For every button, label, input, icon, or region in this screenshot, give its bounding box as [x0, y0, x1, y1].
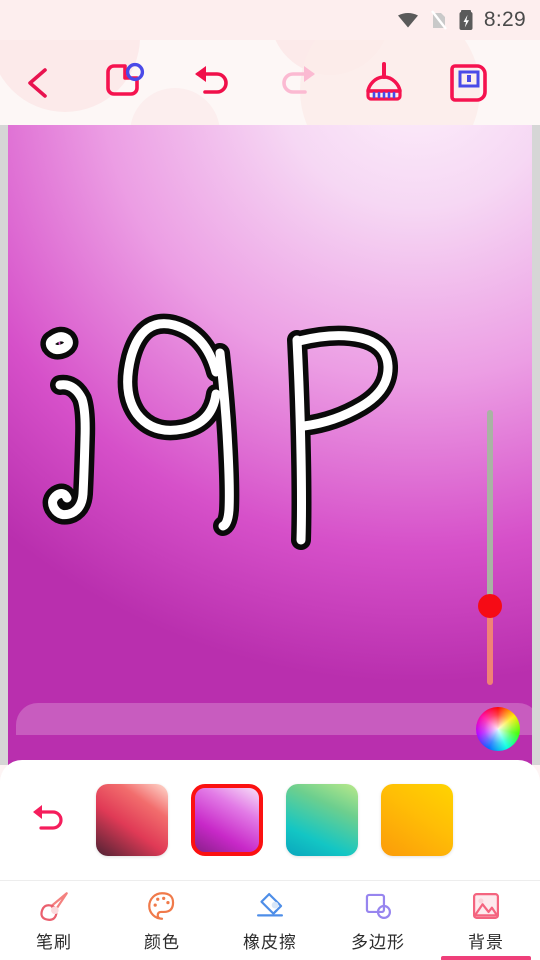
clear-canvas-button[interactable] — [353, 52, 415, 114]
eraser-icon — [256, 892, 284, 917]
status-bar-icons — [396, 8, 474, 32]
nav-label-polygon: 多边形 — [351, 933, 405, 953]
undo-arrow-icon — [33, 805, 63, 830]
battery-charging-icon — [459, 10, 473, 30]
back-button[interactable] — [6, 50, 72, 116]
slider-thumb[interactable] — [478, 594, 502, 618]
nav-label-color: 颜色 — [144, 933, 180, 953]
status-bar: 8:29 — [0, 0, 540, 40]
nav-active-underline — [441, 956, 531, 960]
drawing-app-screen: 8:29 笔刷 颜色 橡皮擦 多边形 背景 — [0, 0, 540, 960]
nav-item-eraser[interactable]: 橡皮擦 — [216, 881, 324, 960]
background-undo-button[interactable] — [0, 760, 96, 880]
swatch-green[interactable] — [286, 784, 358, 856]
save-icon — [450, 63, 488, 102]
status-bar-clock: 8:29 — [483, 8, 526, 31]
redo-icon — [282, 65, 316, 94]
brush-size-slider[interactable] — [478, 410, 502, 685]
save-button[interactable] — [438, 52, 500, 114]
palette-icon — [148, 892, 175, 920]
wifi-icon — [397, 13, 418, 28]
app-header — [0, 40, 540, 125]
slider-track-upper — [487, 410, 493, 606]
undo-button[interactable] — [181, 52, 243, 114]
drawing-canvas[interactable] — [8, 125, 532, 765]
shape-layer-button[interactable] — [96, 52, 158, 114]
nav-label-brush: 笔刷 — [36, 933, 72, 953]
color-wheel-picker[interactable] — [476, 707, 520, 751]
image-icon — [472, 892, 500, 920]
swatch-purple[interactable] — [191, 784, 263, 856]
nav-item-color[interactable]: 颜色 — [108, 881, 216, 960]
back-chevron-icon — [28, 67, 47, 98]
bottom-navigation: 笔刷 颜色 橡皮擦 多边形 背景 — [0, 880, 540, 960]
canvas-area — [0, 125, 540, 765]
brush-icon — [40, 892, 68, 921]
top-toolbar — [0, 40, 540, 125]
clear-broom-icon — [365, 61, 402, 101]
swatch-orange[interactable] — [381, 784, 453, 856]
swatch-red[interactable] — [96, 784, 168, 856]
shape-layer-icon — [105, 62, 144, 96]
polygon-icon — [365, 893, 392, 920]
undo-icon — [195, 65, 229, 94]
nav-item-polygon[interactable]: 多边形 — [324, 881, 432, 960]
nav-item-background[interactable]: 背景 — [432, 881, 540, 960]
background-swatch-panel — [0, 760, 540, 880]
no-sim-icon — [430, 10, 447, 30]
nav-item-brush[interactable]: 笔刷 — [0, 881, 108, 960]
swatch-list — [96, 784, 453, 856]
drawing-strokes — [40, 313, 398, 550]
redo-button[interactable] — [267, 52, 329, 114]
nav-label-background: 背景 — [468, 933, 504, 953]
nav-label-eraser: 橡皮擦 — [243, 933, 297, 953]
